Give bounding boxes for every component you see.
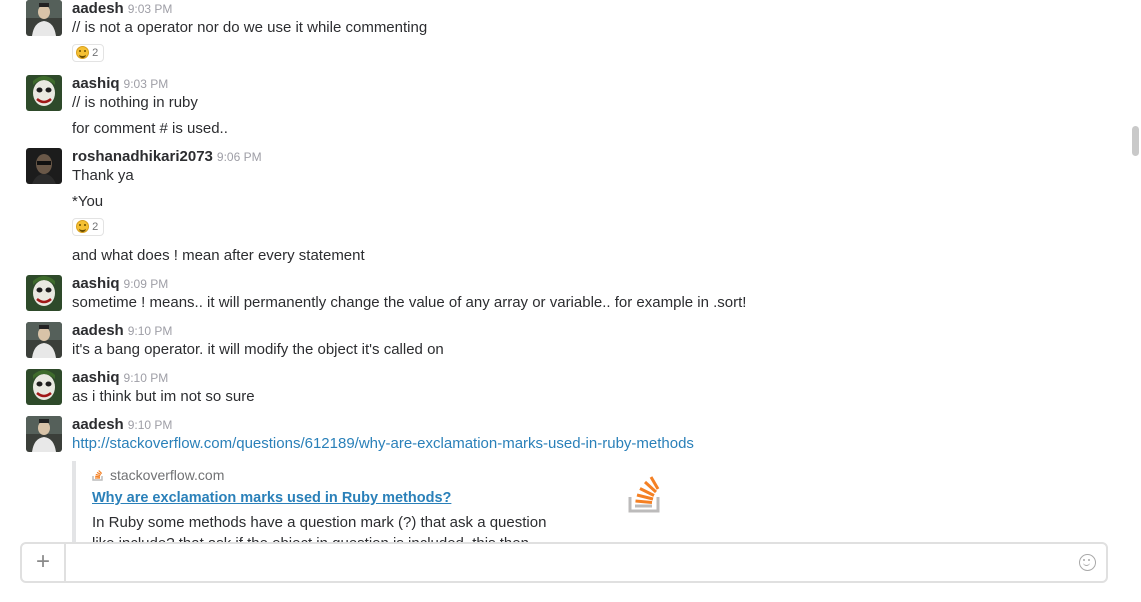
smile-emoji-icon — [76, 219, 89, 233]
avatar-aashiq[interactable] — [26, 275, 62, 311]
message-text: // is not a operator nor do we use it wh… — [72, 19, 428, 36]
attachment-title-link[interactable]: Why are exclamation marks used in Ruby m… — [92, 490, 451, 506]
message-text: // is nothing in ruby — [72, 94, 198, 111]
timestamp[interactable]: 9:10 PM — [128, 324, 173, 338]
message-text: *You — [72, 193, 104, 210]
sender-name[interactable]: aashiq — [72, 75, 120, 92]
reaction-count: 2 — [92, 47, 99, 59]
smile-emoji-icon — [76, 45, 89, 59]
avatar-aadesh[interactable] — [26, 0, 62, 36]
message-text: http://stackoverflow.com/questions/61218… — [72, 434, 694, 454]
timestamp[interactable]: 9:03 PM — [124, 77, 169, 91]
message-text: it's a bang operator. it will modify the… — [72, 341, 444, 358]
avatar-aashiq[interactable] — [26, 369, 62, 405]
attachment-site-name: stackoverflow.com — [110, 467, 225, 483]
reaction-button[interactable]: 2 — [72, 44, 104, 62]
reaction-button[interactable]: 2 — [72, 218, 104, 236]
timestamp[interactable]: 9:10 PM — [124, 371, 169, 385]
timestamp[interactable]: 9:06 PM — [217, 150, 262, 164]
stackoverflow-favicon-icon — [92, 470, 103, 482]
message-link[interactable]: http://stackoverflow.com/questions/61218… — [72, 435, 694, 452]
attach-file-button[interactable]: + — [22, 544, 66, 581]
timestamp[interactable]: 9:03 PM — [128, 2, 173, 16]
message-header: aadesh 9:10 PM — [72, 322, 172, 340]
avatar-aashiq[interactable] — [26, 75, 62, 111]
timestamp[interactable]: 9:10 PM — [128, 418, 173, 432]
attachment-description: In Ruby some methods have a question mar… — [92, 514, 547, 542]
message-text: sometime ! means.. it will permanently c… — [72, 294, 747, 311]
avatar-aadesh[interactable] — [26, 416, 62, 452]
link-preview-attachment: stackoverflow.com Why are exclamation ma… — [72, 461, 676, 542]
message-text: as i think but im not so sure — [72, 388, 255, 405]
scrollbar-thumb[interactable] — [1132, 126, 1139, 156]
message-text: Thank ya — [72, 167, 134, 184]
sender-name[interactable]: aashiq — [72, 369, 120, 386]
message-text: and what does ! mean after every stateme… — [72, 247, 365, 264]
message-input[interactable] — [66, 546, 1060, 581]
message-header: aadesh 9:10 PM — [72, 416, 172, 434]
reaction-count: 2 — [92, 221, 99, 233]
message-header: roshanadhikari2073 9:06 PM — [72, 148, 262, 166]
message-header: aashiq 9:09 PM — [72, 275, 168, 293]
message-header: aadesh 9:03 PM — [72, 0, 172, 18]
message-list[interactable]: aadesh 9:03 PM // is not a operator nor d… — [0, 0, 1130, 542]
emoji-picker-icon[interactable] — [1079, 554, 1096, 571]
sender-name[interactable]: aashiq — [72, 275, 120, 292]
avatar-roshanadhikari2073[interactable] — [26, 148, 62, 184]
message-composer: + — [20, 542, 1108, 583]
timestamp[interactable]: 9:09 PM — [124, 277, 169, 291]
message-header: aashiq 9:10 PM — [72, 369, 168, 387]
sender-name[interactable]: roshanadhikari2073 — [72, 148, 213, 165]
scrollbar[interactable] — [1130, 0, 1141, 542]
stackoverflow-logo-icon — [628, 476, 660, 513]
sender-name[interactable]: aadesh — [72, 322, 124, 339]
sender-name[interactable]: aadesh — [72, 0, 124, 17]
sender-name[interactable]: aadesh — [72, 416, 124, 433]
attachment-site[interactable]: stackoverflow.com — [92, 467, 224, 483]
message-header: aashiq 9:03 PM — [72, 75, 168, 93]
avatar-aadesh[interactable] — [26, 322, 62, 358]
message-text: for comment # is used.. — [72, 120, 228, 137]
